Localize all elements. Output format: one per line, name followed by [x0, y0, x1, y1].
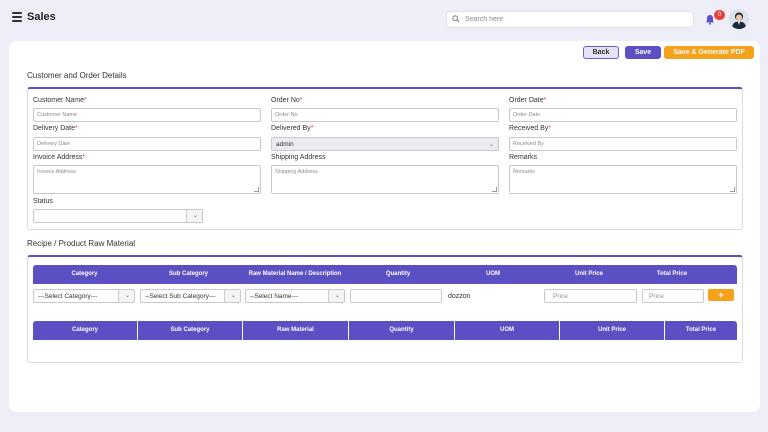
- customer-order-panel: Customer Name* Customer Name Order No* O…: [27, 87, 743, 230]
- customer-name-label: Customer Name*: [33, 97, 87, 104]
- invoice-address-textarea[interactable]: Invoice Address: [33, 165, 261, 194]
- items-header-quantity: Quantity: [349, 321, 455, 340]
- items-header-uom: UOM: [455, 321, 560, 340]
- delivered-by-value: admin: [276, 141, 294, 148]
- chevron-down-icon: ⌄: [124, 293, 130, 299]
- search-icon: [452, 15, 460, 23]
- shipping-address-placeholder: Shipping Address: [275, 169, 318, 175]
- chevron-down-icon: ⌄: [334, 293, 340, 299]
- header-sub-category: Sub Category: [168, 271, 208, 277]
- sub-category-select[interactable]: --Select Sub Category--- ⌄: [140, 289, 241, 303]
- main-card: Back Save Save & Generate PDF Customer a…: [9, 41, 760, 412]
- status-label: Status: [33, 198, 53, 205]
- search-input[interactable]: [465, 13, 685, 26]
- entry-table-header: Category Sub Category Raw Material Name …: [33, 265, 737, 284]
- resize-handle-icon[interactable]: [492, 187, 497, 192]
- received-by-label: Received By*: [509, 125, 552, 132]
- delivery-date-input[interactable]: Delivery Date: [33, 137, 261, 151]
- remarks-placeholder: Remarks: [513, 169, 536, 175]
- header-quantity: Quantity: [385, 271, 411, 277]
- uom-value: dozzon: [448, 293, 471, 300]
- items-header-sub-category: Sub Category: [138, 321, 243, 340]
- order-no-label: Order No*: [271, 97, 303, 104]
- received-by-input[interactable]: Received By: [509, 137, 737, 151]
- back-button[interactable]: Back: [583, 46, 619, 59]
- status-dropdown-toggle[interactable]: ⌄: [186, 210, 202, 222]
- shipping-address-textarea[interactable]: Shipping Address: [271, 165, 499, 194]
- chevron-down-icon: ⌄: [230, 293, 236, 299]
- remarks-textarea[interactable]: Remarks: [509, 165, 737, 194]
- add-item-button[interactable]: +: [708, 289, 734, 301]
- items-header-raw-material: Raw Material: [243, 321, 349, 340]
- category-select-value: ---Select Category---: [38, 293, 98, 300]
- category-dropdown-toggle[interactable]: ⌄: [118, 290, 134, 302]
- customer-name-input[interactable]: Customer Name: [33, 108, 261, 122]
- top-bar: Sales 0: [0, 0, 768, 40]
- delivered-by-select[interactable]: admin ⌄: [271, 137, 499, 151]
- sub-category-dropdown-toggle[interactable]: ⌄: [224, 290, 240, 302]
- header-category: Category: [71, 271, 98, 277]
- chevron-down-icon: ⌄: [192, 213, 198, 219]
- recipe-section-title: Recipe / Product Raw Material: [27, 239, 136, 248]
- items-header-total-price: Total Price: [685, 327, 717, 333]
- customer-section-title: Customer and Order Details: [27, 71, 127, 80]
- delivery-date-label: Delivery Date*: [33, 125, 78, 132]
- unit-price-input[interactable]: Price: [544, 289, 637, 303]
- category-select[interactable]: ---Select Category--- ⌄: [33, 289, 135, 303]
- remarks-label: Remarks: [509, 154, 538, 161]
- invoice-address-label: Invoice Address*: [33, 154, 86, 161]
- header-uom: UOM: [486, 271, 500, 277]
- header-total-price: Total Price: [656, 271, 688, 277]
- header-unit-price: Unit Price: [574, 271, 603, 277]
- hamburger-menu-icon[interactable]: [12, 12, 22, 22]
- save-button[interactable]: Save: [625, 46, 661, 59]
- items-header-category: Category: [33, 321, 138, 340]
- quantity-input[interactable]: [350, 289, 442, 303]
- items-table-header: Category Sub Category Raw Material Quant…: [33, 321, 737, 340]
- total-price-input[interactable]: Price: [642, 289, 704, 303]
- save-generate-pdf-button[interactable]: Save & Generate PDF: [664, 46, 754, 59]
- order-date-label: Order Date*: [509, 97, 547, 104]
- header-raw-material-name: Raw Material Name / Description: [248, 271, 342, 277]
- chevron-down-icon: ⌄: [488, 142, 494, 148]
- shipping-address-label: Shipping Address: [271, 154, 326, 161]
- notification-badge: 0: [714, 10, 725, 20]
- resize-handle-icon[interactable]: [254, 187, 259, 192]
- invoice-address-placeholder: Invoice Address: [37, 169, 76, 175]
- order-no-input[interactable]: Order No: [271, 108, 499, 122]
- page-title: Sales: [27, 11, 56, 23]
- raw-material-select-value: --Select Name---: [250, 293, 299, 300]
- status-select[interactable]: ⌄: [33, 209, 203, 223]
- recipe-panel: Category Sub Category Raw Material Name …: [27, 255, 743, 363]
- raw-material-dropdown-toggle[interactable]: ⌄: [328, 290, 344, 302]
- items-header-unit-price: Unit Price: [560, 321, 665, 340]
- resize-handle-icon[interactable]: [730, 187, 735, 192]
- delivered-by-label: Delivered By*: [271, 125, 314, 132]
- sub-category-select-value: --Select Sub Category---: [145, 293, 216, 300]
- order-date-input[interactable]: Order Date: [509, 108, 737, 122]
- search-box[interactable]: [446, 11, 694, 28]
- raw-material-select[interactable]: --Select Name--- ⌄: [245, 289, 345, 303]
- avatar[interactable]: [729, 9, 749, 29]
